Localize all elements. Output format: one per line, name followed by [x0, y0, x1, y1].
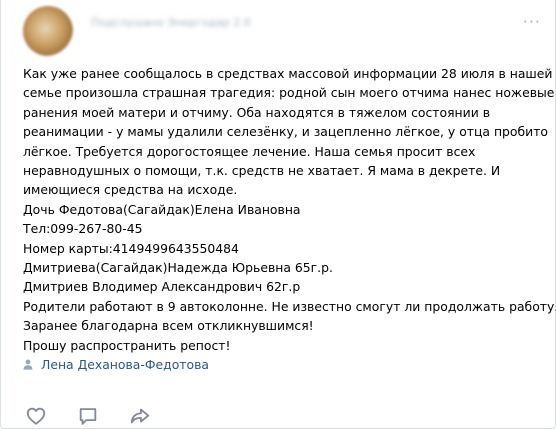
- comment-icon[interactable]: [77, 405, 99, 427]
- post-text-line: лёгкое. Требуется дорогостоящее лечение.…: [23, 143, 476, 159]
- post-card: Подслушано Энергодар 2.0 ··· Как уже ран…: [0, 0, 556, 429]
- post-text-line: Как уже ранее сообщалось в средствах мас…: [23, 66, 553, 81]
- post-text-line: Номер карты:4149499643550484: [23, 240, 239, 256]
- signer-name[interactable]: Лена Деханова-Федотова: [41, 357, 209, 372]
- post-text-line: Дмитриев Влодимер Александрович 62г.р: [23, 279, 301, 295]
- post-text-line: семье произошла страшная трагедия: родно…: [23, 85, 555, 101]
- post-text-line: Дочь Федотова(Сагайдак)Елена Ивановна: [23, 201, 301, 217]
- author-avatar[interactable]: [23, 6, 73, 56]
- post-text-line: Дмитриева(Сагайдак)Надежда Юрьевна 65г.р…: [23, 260, 333, 276]
- user-icon: [23, 359, 33, 370]
- post-text: Как уже ранее сообщалось в средствах мас…: [23, 64, 556, 355]
- post-text-line: ранения моей матери и отчиму. Оба находя…: [23, 104, 490, 120]
- post-text-line: имеющиеся средства на исходе.: [23, 182, 238, 198]
- post-signer[interactable]: Лена Деханова-Федотова: [23, 357, 209, 372]
- post-text-line: реанимации - у мамы удалили селезёнку, и…: [23, 124, 548, 140]
- author-name[interactable]: Подслушано Энергодар 2.0: [91, 16, 251, 29]
- post-actions: [25, 405, 181, 427]
- post-text-line: Заранее благодарна всем откликнувшимся!: [23, 318, 314, 334]
- post-text-line: Тел:099-267-80-45: [23, 221, 143, 237]
- post-header: Подслушано Энергодар 2.0 ···: [23, 6, 541, 58]
- more-options-icon[interactable]: ···: [523, 12, 541, 31]
- post-text-line: Прошу распространить репост!: [23, 337, 231, 353]
- share-icon[interactable]: [129, 405, 151, 427]
- post-text-line: Родители работают в 9 автоколонне. Не из…: [23, 298, 556, 314]
- heart-icon[interactable]: [25, 405, 47, 427]
- post-text-line: неравнодушных о помощи, т.к. средств не …: [23, 163, 501, 179]
